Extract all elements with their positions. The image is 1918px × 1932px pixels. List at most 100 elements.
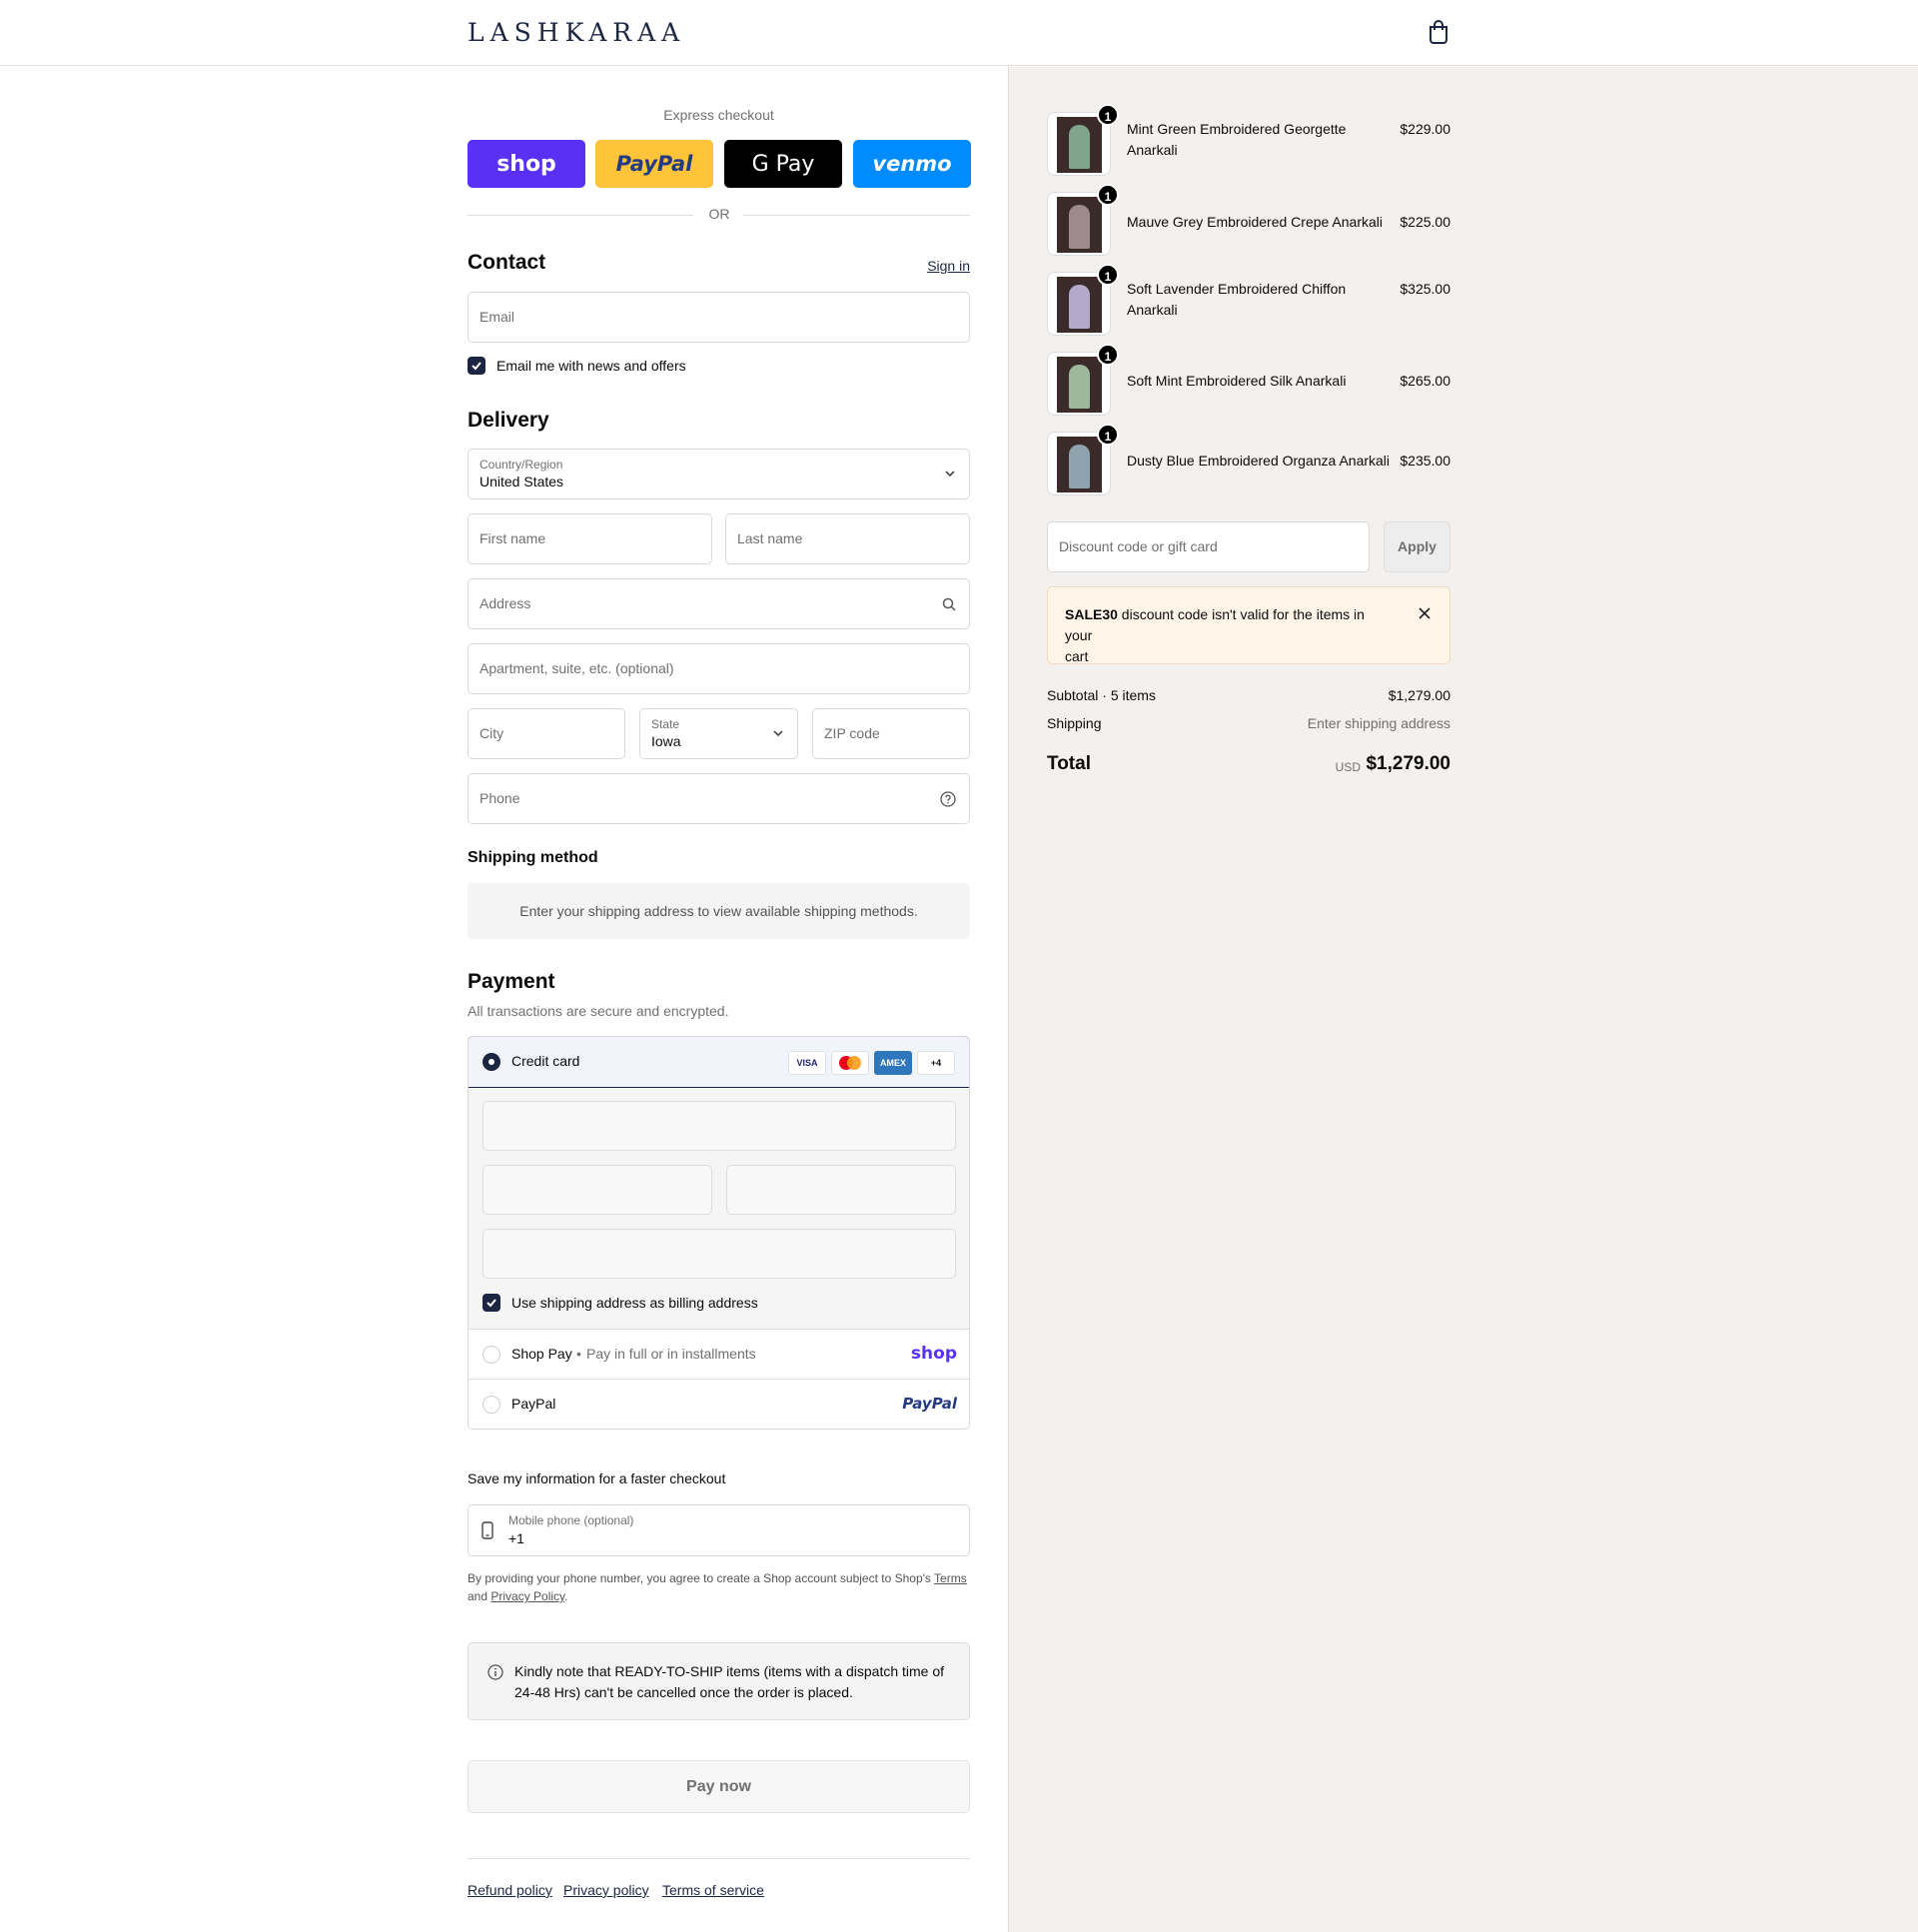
- cart-item: 1 Mauve Grey Embroidered Crepe Anarkali …: [1047, 184, 1450, 272]
- visa-icon: VISA: [788, 1051, 826, 1075]
- discount-error-banner: SALE30 discount code isn't valid for the…: [1047, 586, 1450, 664]
- product-image: [1057, 197, 1102, 253]
- total-label: Total: [1047, 753, 1091, 774]
- paypal-express-button[interactable]: PayPal: [595, 140, 713, 188]
- dress-image: [1069, 125, 1090, 169]
- state-label: State: [651, 717, 680, 731]
- payment-subtitle: All transactions are secure and encrypte…: [468, 1003, 729, 1019]
- quantity-badge: 1: [1097, 344, 1119, 366]
- paypal-option[interactable]: PayPal PayPal: [469, 1380, 969, 1429]
- apartment-placeholder: Apartment, suite, etc. (optional): [480, 660, 674, 676]
- first-name-field[interactable]: First name: [468, 513, 712, 564]
- shopping-bag-icon[interactable]: [1428, 20, 1449, 44]
- terms-suffix: .: [564, 1589, 568, 1603]
- notice-text: Kindly note that READY-TO-SHIP items (it…: [514, 1661, 944, 1703]
- card-cvv-field[interactable]: [726, 1165, 956, 1215]
- or-separator: OR: [708, 206, 730, 222]
- shop-privacy-link[interactable]: Privacy Policy: [490, 1589, 564, 1603]
- credit-card-option[interactable]: Credit card VISA AMEX +4: [469, 1037, 969, 1088]
- dress-image: [1069, 445, 1090, 488]
- discount-error-message-2: cart: [1065, 648, 1089, 664]
- card-number-field[interactable]: [482, 1101, 956, 1151]
- item-name-line-1: Mint Green Embroidered Georgette: [1127, 121, 1347, 137]
- terms-prefix: By providing your phone number, you agre…: [468, 1571, 931, 1585]
- ready-to-ship-notice: Kindly note that READY-TO-SHIP items (it…: [468, 1642, 970, 1720]
- card-name-field[interactable]: [482, 1229, 956, 1279]
- paypal-radio[interactable]: [482, 1396, 500, 1414]
- city-placeholder: City: [480, 725, 504, 741]
- chevron-down-icon: [773, 730, 783, 737]
- shop-logo: shop: [496, 151, 556, 177]
- apply-discount-button[interactable]: Apply: [1384, 521, 1450, 572]
- shop-pay-express-button[interactable]: shop: [468, 140, 585, 188]
- cart-item: 1 Soft Mint Embroidered Silk Anarkali $2…: [1047, 344, 1450, 432]
- total-currency: USD: [1335, 760, 1361, 774]
- amex-icon: AMEX: [874, 1051, 912, 1075]
- mobile-phone-icon: [481, 1521, 493, 1539]
- help-icon[interactable]: [940, 791, 956, 807]
- venmo-express-button[interactable]: venmo: [853, 140, 971, 188]
- card-expiry-field[interactable]: [482, 1165, 712, 1215]
- discount-code-field[interactable]: Discount code or gift card: [1047, 521, 1370, 572]
- billing-address-checkbox[interactable]: [482, 1294, 500, 1312]
- item-name: Soft Lavender Embroidered Chiffon Anarkal…: [1127, 279, 1387, 321]
- delivery-heading: Delivery: [468, 409, 549, 432]
- item-name-line-2: Anarkali: [1127, 302, 1178, 318]
- address-field[interactable]: Address: [468, 578, 970, 629]
- refund-policy-link[interactable]: Refund policy: [468, 1882, 552, 1898]
- product-image: [1057, 437, 1102, 492]
- chevron-down-icon: [945, 471, 955, 478]
- state-select[interactable]: State Iowa: [639, 708, 798, 759]
- subtotal-value: $1,279.00: [1388, 687, 1450, 703]
- dress-image: [1069, 365, 1090, 409]
- phone-field[interactable]: Phone: [468, 773, 970, 824]
- store-logo[interactable]: LASHKARAA: [468, 18, 685, 47]
- item-name: Mint Green Embroidered Georgette Anarkali: [1127, 119, 1387, 161]
- visa-label: VISA: [796, 1058, 818, 1068]
- shop-pay-label: Shop Pay: [511, 1346, 572, 1362]
- item-name: Dusty Blue Embroidered Organza Anarkali: [1127, 453, 1391, 469]
- zip-field[interactable]: ZIP code: [812, 708, 970, 759]
- apartment-field[interactable]: Apartment, suite, etc. (optional): [468, 643, 970, 694]
- check-icon: [472, 362, 481, 371]
- close-icon[interactable]: [1418, 606, 1432, 620]
- shop-terms-text: By providing your phone number, you agre…: [468, 1569, 970, 1605]
- item-name-line-1: Soft Lavender Embroidered Chiffon: [1127, 281, 1347, 297]
- shop-pay-subtitle: Pay in full or in installments: [586, 1346, 756, 1362]
- email-field[interactable]: Email: [468, 292, 970, 343]
- mobile-phone-field[interactable]: Mobile phone (optional) +1: [468, 1504, 970, 1556]
- mastercard-logo: [839, 1056, 861, 1070]
- country-select[interactable]: Country/Region United States: [468, 449, 970, 499]
- more-cards-label: +4: [930, 1058, 942, 1068]
- amex-label: AMEX: [879, 1058, 906, 1068]
- billing-address-label: Use shipping address as billing address: [511, 1295, 758, 1311]
- google-pay-express-button[interactable]: G Pay: [724, 140, 842, 188]
- quantity-badge: 1: [1097, 104, 1119, 126]
- shop-pay-option[interactable]: Shop Pay • Pay in full or in installment…: [469, 1330, 969, 1380]
- newsletter-checkbox[interactable]: [468, 357, 485, 375]
- pay-now-button[interactable]: Pay now: [468, 1760, 970, 1813]
- search-icon: [942, 597, 956, 611]
- shop-terms-link[interactable]: Terms: [934, 1571, 967, 1585]
- sign-in-link[interactable]: Sign in: [927, 258, 970, 274]
- divider: [468, 215, 693, 216]
- dress-image: [1069, 205, 1090, 249]
- item-price: $265.00: [1400, 373, 1450, 389]
- shipping-value: Enter shipping address: [1307, 715, 1450, 731]
- terms-of-service-link[interactable]: Terms of service: [662, 1882, 764, 1898]
- quantity-badge: 1: [1097, 264, 1119, 286]
- shop-pay-radio[interactable]: [482, 1346, 500, 1364]
- city-field[interactable]: City: [468, 708, 625, 759]
- check-icon: [486, 1299, 496, 1308]
- quantity-badge: 1: [1097, 184, 1119, 206]
- email-placeholder: Email: [480, 309, 515, 325]
- privacy-policy-link[interactable]: Privacy policy: [563, 1882, 649, 1898]
- discount-placeholder: Discount code or gift card: [1059, 538, 1218, 554]
- zip-placeholder: ZIP code: [824, 725, 880, 741]
- last-name-field[interactable]: Last name: [725, 513, 970, 564]
- shop-pay-logo: shop: [910, 1344, 957, 1364]
- credit-card-radio[interactable]: [482, 1053, 500, 1071]
- shipping-method-info: Enter your shipping address to view avai…: [468, 883, 970, 939]
- paypal-logo: PayPal: [615, 152, 693, 176]
- info-icon: [487, 1664, 503, 1680]
